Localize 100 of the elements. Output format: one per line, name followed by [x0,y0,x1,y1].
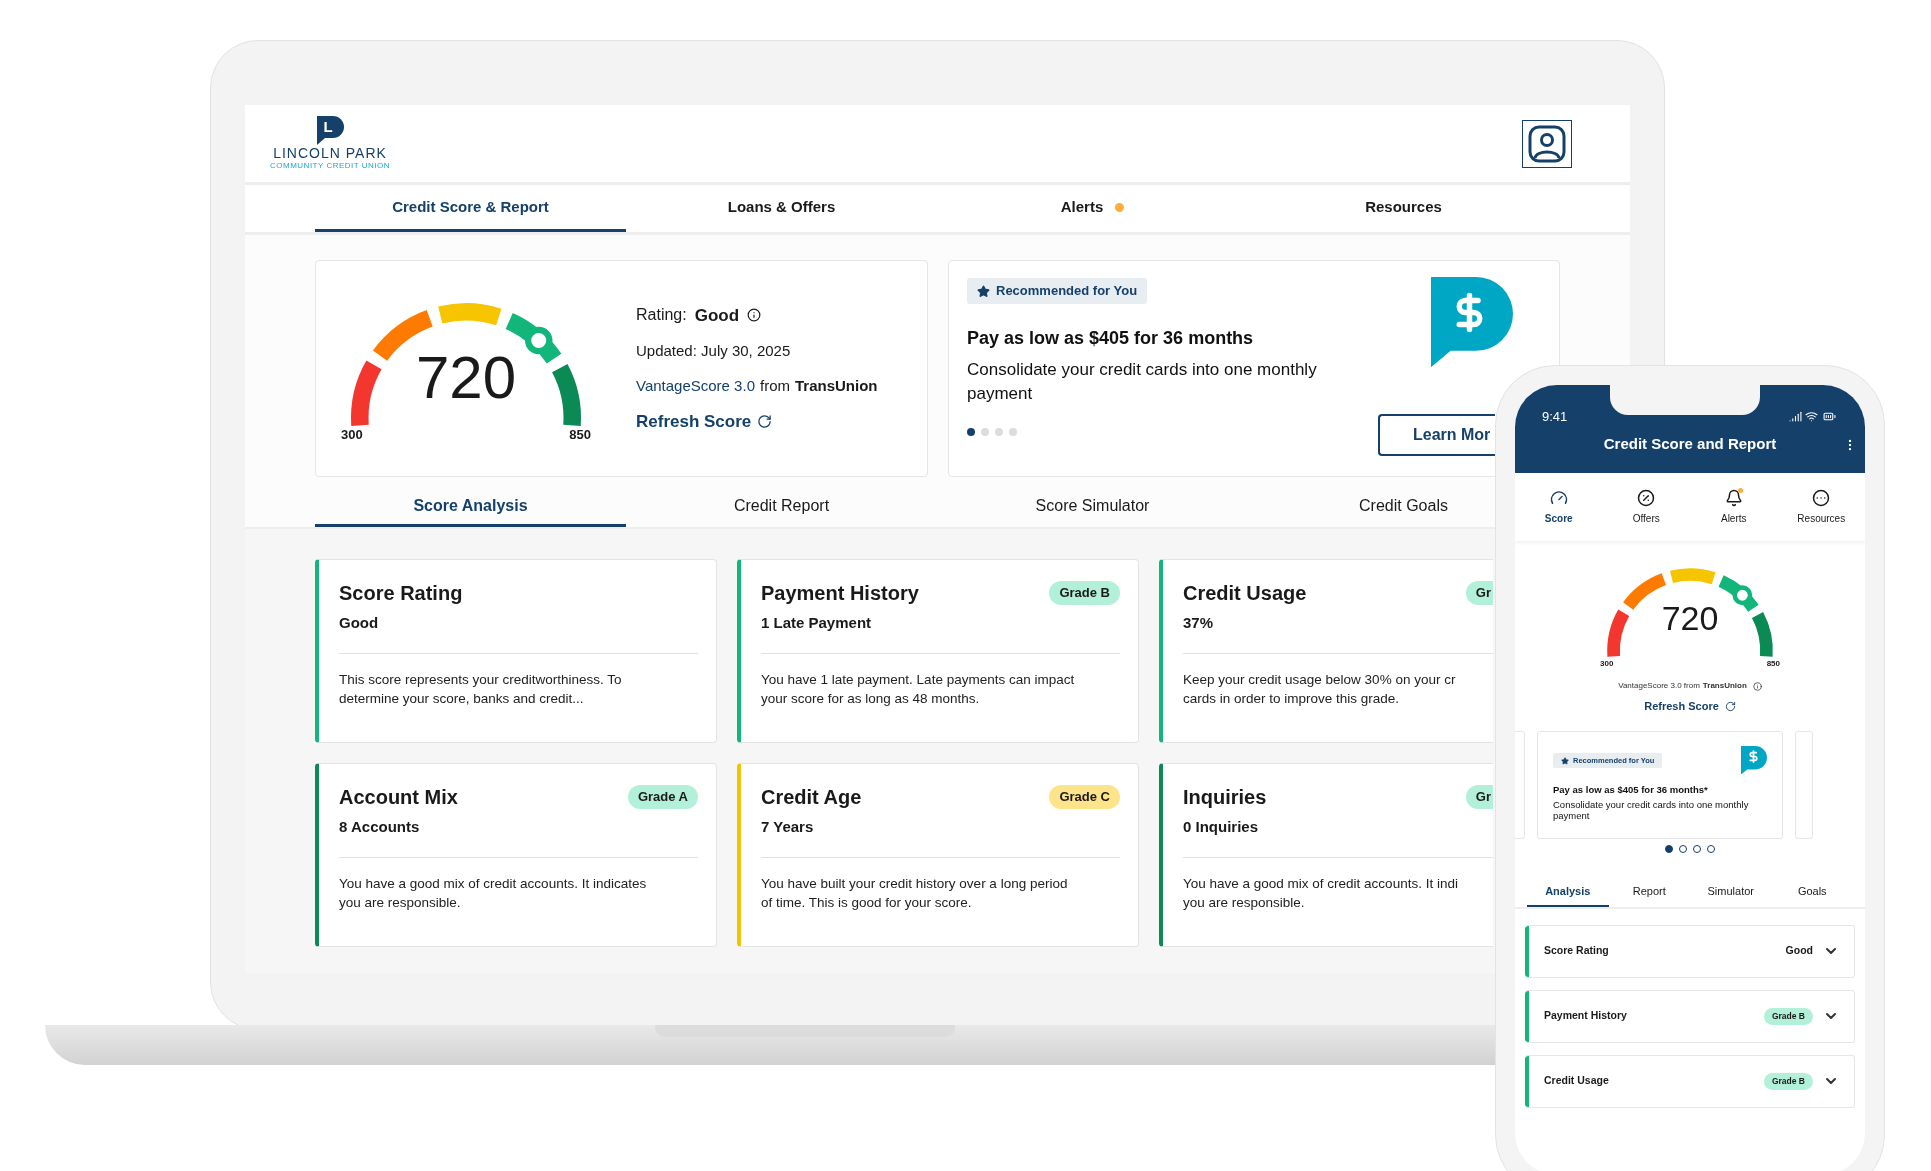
factor-description: You have a good mix of credit accounts. It indi [1183,874,1458,893]
scale-min: 300 [1600,658,1614,670]
user-icon [1527,123,1567,164]
refresh-icon [757,414,773,430]
grade-badge: Grade B [1049,581,1120,605]
factor-row[interactable]: Payment History Grade B [1525,989,1855,1043]
analysis-tab[interactable]: Credit Goals [1345,487,1462,527]
nav-tab[interactable]: Alerts [937,185,1248,232]
refresh-score-link[interactable]: Refresh Score [636,409,878,435]
gauge-knob [525,326,553,355]
score-source: VantageScore 3.0 from [1618,680,1700,692]
factor-description: your score for as long as 48 months. [761,689,980,708]
factor-card[interactable]: Inquiries Gr 0 Inquiries You have a good mix of credit accounts. It indi you are responsible. [1159,763,1493,947]
credit-score: 720 [1661,600,1719,635]
grade-badge: Gr [1465,581,1493,605]
info-icon[interactable] [747,308,762,323]
factor-title: Payment History [761,581,919,606]
factor-title: Score Rating [339,581,463,606]
grade-badge: Grade C [1049,785,1120,809]
factor-value: 37% [1183,613,1215,633]
factor-description: You have built your credit history over a long period [761,874,1068,893]
wifi-icon [1805,410,1818,424]
ellipsis-icon [1812,488,1831,507]
factor-title: Credit Usage [1183,581,1307,606]
factor-card[interactable]: Credit Age Grade C 7 Years You have built your credit history over a long period of time. This is good for your score. [737,763,1139,947]
signal-icon [1789,410,1802,424]
scale-max: 850 [569,425,591,444]
dollar-bubble-icon [1431,277,1513,368]
scale-min: 300 [341,425,363,444]
factor-description: You have a good mix of credit accounts. It indicates [339,874,647,893]
app-nav-item[interactable]: Alerts [1690,473,1778,541]
app-title: Credit Score and Report [1603,433,1777,454]
gauge-icon [1549,488,1568,507]
star-icon [1561,756,1569,765]
rating-label: Rating: [636,305,687,326]
factor-title: Credit Usage [1544,1073,1610,1089]
factor-value: Good [339,613,380,633]
logo-tagline: COMMUNITY CREDIT UNION [270,161,391,171]
app-nav-item[interactable]: Score [1515,473,1603,541]
factor-title: Credit Age [761,785,862,810]
refresh-icon [1724,700,1736,712]
factor-card[interactable]: Payment History Grade B 1 Late Payment You have 1 late payment. Late payments can impact your score for as long as 48 months. [737,559,1139,743]
factor-card[interactable]: Credit Usage Gr 37% Keep your credit usage below 30% on your cr cards in order to improve this grade. [1159,559,1493,743]
analysis-tab[interactable]: Goals [1771,878,1853,907]
refresh-score-link[interactable]: Refresh Score [1644,698,1736,715]
offer-title: Pay as low as $405 for 36 months [967,326,1255,350]
gauge-segment [438,303,502,326]
factor-value: 7 Years [761,817,815,837]
factor-description: you are responsible. [1183,893,1305,912]
analysis-tab[interactable]: Credit Report [719,487,844,527]
grade-badge: Grade A [627,785,698,809]
factor-description: determine your score, banks and credit... [339,689,584,708]
factor-title: Account Mix [339,785,458,810]
factor-title: Score Rating [1544,943,1610,959]
nav-tab[interactable]: Loans & Offers [626,185,937,232]
updated-date: Updated: July 30, 2025 [636,341,792,361]
status-time: 9:41 [1542,408,1568,426]
percent-icon [1637,488,1656,507]
offer-description: Consolidate your credit cards into one monthly payment [967,358,1318,405]
rating-value: Good [694,304,740,327]
star-icon [977,284,990,298]
logo-name: LINCOLN PARK [273,145,387,161]
profile-button[interactable] [1522,119,1572,168]
score-model-link[interactable]: VantageScore 3.0 [636,374,755,397]
app-nav-item[interactable]: Resources [1777,473,1865,541]
factor-row[interactable]: Credit Usage Grade B [1525,1054,1855,1108]
nav-tab[interactable]: Credit Score & Report [315,185,626,232]
factor-description: of time. This is good for your score. [761,893,972,912]
factor-value: 1 Late Payment [761,613,873,633]
factor-description: you are responsible. [339,893,461,912]
analysis-tab[interactable]: Score Simulator [1021,487,1164,527]
bell-icon [1724,488,1743,507]
analysis-tab[interactable]: Report [1608,878,1690,907]
logo-mark: L [316,116,344,145]
factor-value: Good [1785,943,1813,959]
factor-description: Keep your credit usage below 30% on your cr [1183,670,1456,689]
nav-tab[interactable]: Resources [1248,185,1559,232]
factor-description: This score represents your creditworthiness. To [339,670,622,689]
offer-title: Pay as low as $405 for 36 months* [1553,782,1709,797]
grade-badge: Gr [1465,785,1493,809]
grade-badge: Grade B [1763,1007,1813,1025]
scale-max: 850 [1766,658,1780,670]
credit-score: 720 [415,348,517,408]
source-text: from [760,375,790,396]
grade-badge: Grade B [1763,1072,1813,1090]
analysis-tab[interactable]: Simulator [1690,878,1772,907]
factor-value: 0 Inquiries [1183,817,1260,837]
analysis-tab[interactable]: Analysis [1527,878,1609,907]
gauge-knob [1732,585,1753,606]
app-nav-item[interactable]: Offers [1602,473,1690,541]
factor-card[interactable]: Account Mix Grade A 8 Accounts You have a good mix of credit accounts. It indicates you are responsible. [315,763,717,947]
factor-card[interactable]: Score Rating Good This score represents your creditworthiness. To determine your score, banks and credit... [315,559,717,743]
recommended-tag: Recommended for You [967,278,1148,304]
factor-value: 8 Accounts [339,817,421,837]
factor-title: Inquiries [1183,785,1267,810]
factor-description: cards in order to improve this grade. [1183,689,1400,708]
factor-row[interactable]: Score Rating Good [1525,924,1855,978]
factor-description: You have 1 late payment. Late payments can impact [761,670,1075,689]
bureau-name: TransUnion [1702,680,1747,692]
dollar-bubble-icon [1741,745,1767,775]
